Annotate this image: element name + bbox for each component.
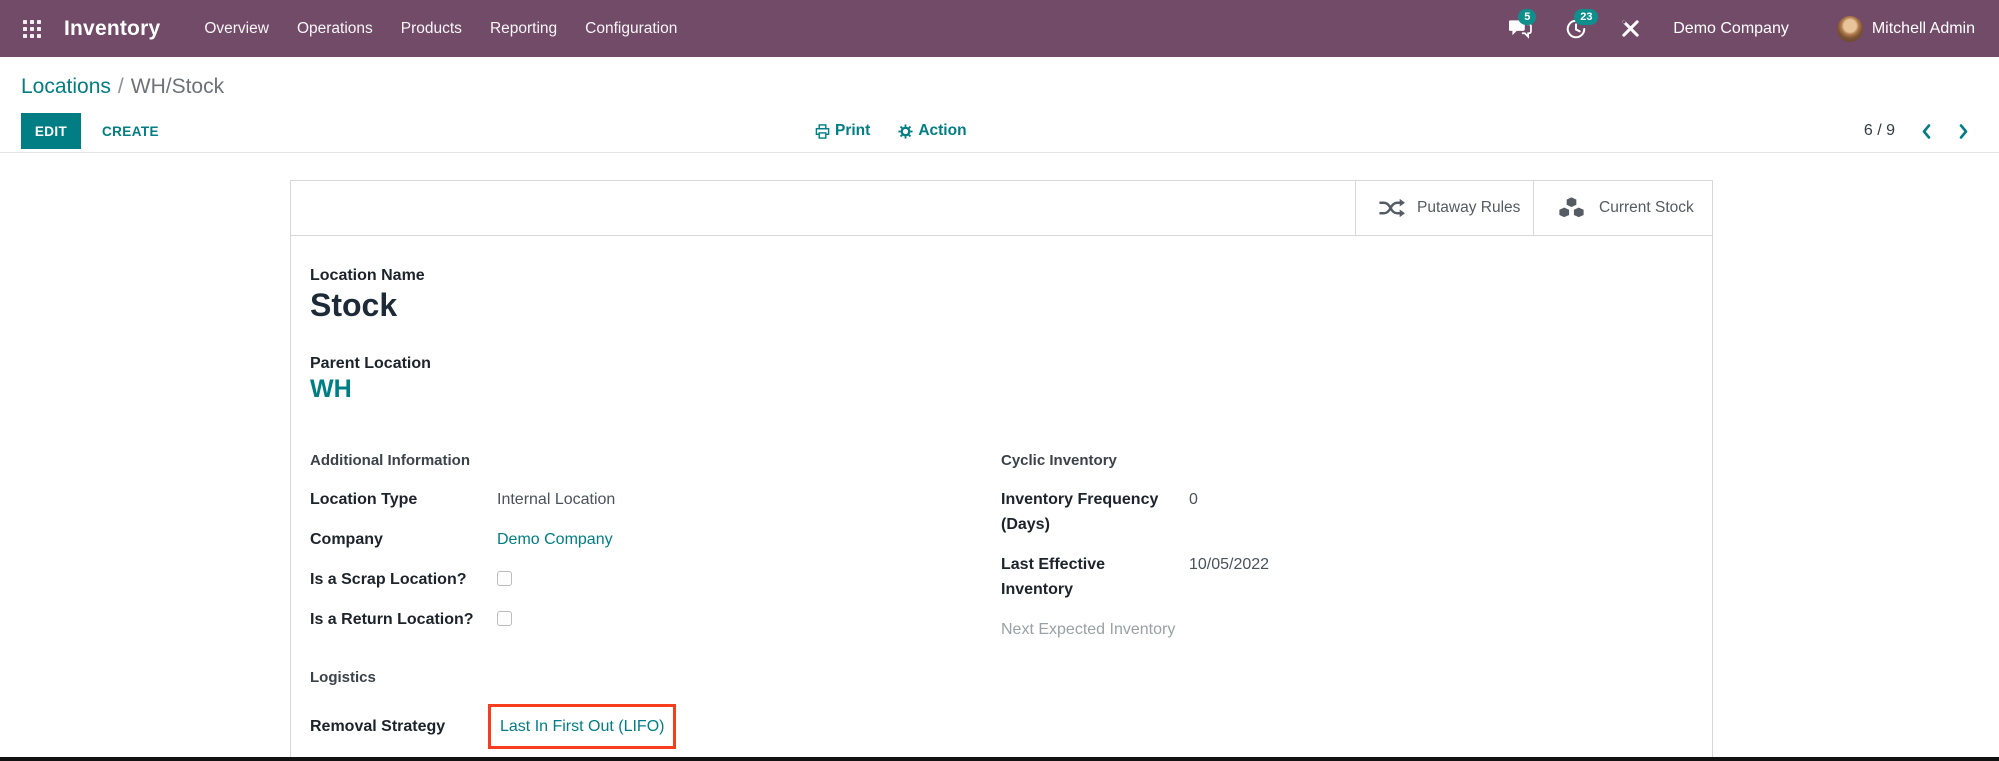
cubes-icon [1558, 196, 1585, 219]
location-form-sheet: Putaway Rules Current Stock Location Nam… [290, 180, 1713, 761]
menu-overview[interactable]: Overview [190, 0, 283, 57]
breadcrumb-separator: / [117, 75, 124, 98]
user-name: Mitchell Admin [1871, 19, 1975, 37]
chevron-left-icon [1922, 123, 1931, 139]
pager-next-button[interactable] [1958, 123, 1969, 140]
print-button[interactable]: Print [815, 122, 870, 140]
field-row-return-location: Is a Return Location? [310, 607, 1001, 632]
putaway-rules-label: Putaway Rules [1417, 199, 1521, 216]
create-button[interactable]: CREATE [96, 113, 165, 149]
shuffle-icon [1379, 198, 1405, 218]
action-label: Action [918, 122, 967, 139]
print-label: Print [835, 122, 871, 139]
top-navbar: Inventory Overview Operations Products R… [0, 0, 1999, 57]
location-name-value: Stock [310, 287, 398, 323]
breadcrumb-current: WH/Stock [130, 75, 225, 98]
menu-configuration[interactable]: Configuration [571, 0, 691, 57]
pager-count: 6 / 9 [1863, 122, 1895, 139]
field-row-removal-strategy: Removal Strategy Last In First Out (LIFO… [310, 704, 1001, 749]
field-row-company: Company Demo Company [310, 527, 1001, 552]
printer-icon [815, 123, 830, 139]
breadcrumb: Locations / WH/Stock [21, 74, 224, 100]
field-row-next-expected-inventory: Next Expected Inventory [1001, 621, 1176, 638]
grid-icon [23, 19, 41, 38]
company-switcher[interactable]: Demo Company [1673, 20, 1789, 38]
section-additional-information: Additional Information [310, 452, 470, 469]
user-menu[interactable]: Mitchell Admin [1836, 15, 1975, 42]
app-name[interactable]: Inventory [64, 17, 160, 41]
section-logistics: Logistics [310, 669, 376, 686]
form-content: Location Name Stock Parent Location WH A… [291, 236, 1712, 749]
current-stock-button[interactable]: Current Stock [1533, 181, 1712, 235]
user-avatar [1836, 15, 1863, 42]
scrap-location-checkbox[interactable] [497, 571, 512, 586]
menu-products[interactable]: Products [387, 0, 476, 57]
location-name-label: Location Name [310, 267, 425, 284]
control-panel: Locations / WH/Stock EDIT CREATE Print A… [0, 57, 1999, 153]
pager: 6 / 9 [1864, 119, 1969, 143]
tools-button[interactable] [1617, 16, 1643, 42]
last-effective-inventory-value: 10/05/2022 [1189, 556, 1270, 573]
screen-bottom-edge [0, 757, 1999, 761]
edit-button[interactable]: EDIT [21, 113, 81, 149]
putaway-rules-button[interactable]: Putaway Rules [1355, 181, 1533, 235]
field-row-last-effective-inventory: Last Effective Inventory 10/05/2022 [1001, 552, 1692, 602]
location-type-value: Internal Location [497, 491, 616, 508]
action-buttons: Print Action [815, 119, 967, 143]
field-row-scrap-location: Is a Scrap Location? [310, 567, 1001, 592]
gear-icon [898, 123, 913, 139]
return-location-checkbox[interactable] [497, 611, 512, 626]
section-cyclic-inventory: Cyclic Inventory [1001, 452, 1117, 469]
field-row-location-type: Location Type Internal Location [310, 487, 1001, 512]
topbar-right: 5 23 Demo Company Mitchell Admin [1507, 8, 1975, 42]
action-button[interactable]: Action [898, 122, 967, 140]
removal-strategy-highlight: Last In First Out (LIFO) [488, 704, 677, 749]
smart-button-box: Putaway Rules Current Stock [291, 181, 1712, 236]
field-row-inventory-frequency: Inventory Frequency (Days) 0 [1001, 487, 1692, 537]
menu-reporting[interactable]: Reporting [476, 0, 571, 57]
pager-previous-button[interactable] [1921, 123, 1932, 140]
apps-grid-icon[interactable] [22, 19, 42, 39]
messages-badge: 5 [1518, 8, 1537, 25]
menu-operations[interactable]: Operations [283, 0, 387, 57]
column-left: Additional Information Location Type Int… [310, 451, 1001, 749]
main-menu: Overview Operations Products Reporting C… [190, 0, 691, 57]
messages-button[interactable]: 5 [1507, 8, 1537, 42]
column-right: Cyclic Inventory Inventory Frequency (Da… [1001, 451, 1692, 749]
activities-badge: 23 [1574, 8, 1599, 25]
inventory-frequency-value: 0 [1189, 491, 1198, 508]
removal-strategy-value[interactable]: Last In First Out (LIFO) [500, 718, 664, 735]
tools-icon [1622, 20, 1639, 37]
parent-location-value[interactable]: WH [310, 374, 1692, 404]
current-stock-label: Current Stock [1599, 199, 1694, 216]
activities-button[interactable]: 23 [1563, 8, 1599, 42]
breadcrumb-locations-link[interactable]: Locations [21, 75, 111, 98]
company-link[interactable]: Demo Company [497, 527, 613, 552]
chevron-right-icon [1959, 123, 1968, 139]
parent-location-label: Parent Location [310, 355, 431, 372]
